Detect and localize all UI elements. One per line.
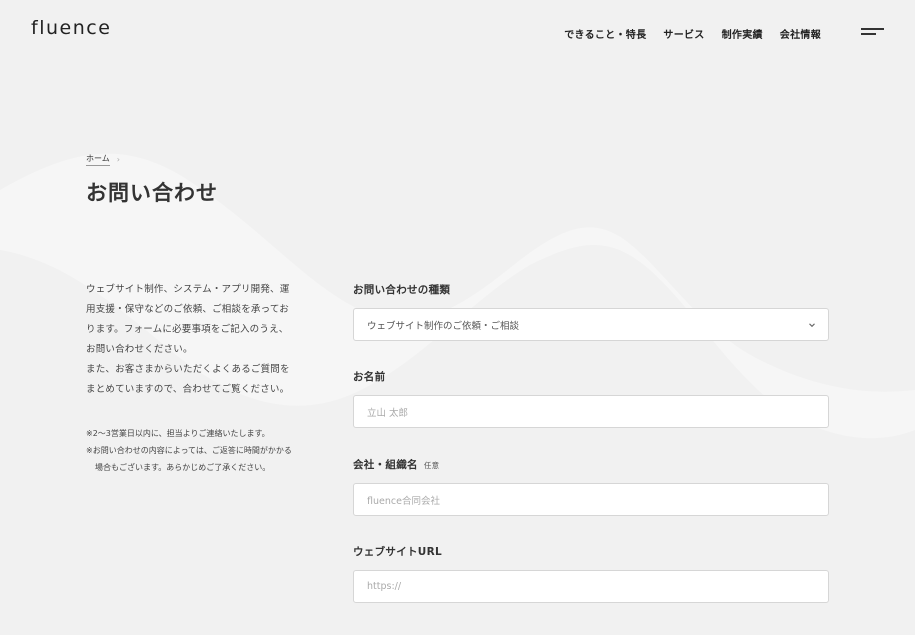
- name-label: お名前: [353, 371, 386, 383]
- company-label: 会社・組織名 任意: [353, 457, 439, 472]
- intro-line: まとめていますので、合わせてご覧ください。: [86, 384, 290, 395]
- intro-notes: ※2〜3営業日以内に、担当よりご連絡いたします。 ※お問い合わせの内容によっては…: [86, 425, 292, 476]
- nav-works[interactable]: 制作実績: [722, 26, 763, 41]
- website-input[interactable]: https://: [353, 570, 829, 603]
- intro-line: 用支援・保守などのご依頼、ご相談を承ってお: [86, 304, 289, 315]
- nav-services[interactable]: サービス: [663, 26, 704, 41]
- intro-line: ります。フォームに必要事項をご記入のうえ、: [86, 324, 289, 335]
- company-label-text: 会社・組織名: [353, 459, 418, 471]
- chevron-down-icon: [809, 323, 815, 328]
- inquiry-type-select[interactable]: ウェブサイト制作のご依頼・ご相談: [353, 308, 829, 341]
- nav-features[interactable]: できること・特長: [564, 26, 646, 41]
- note-item: ※お問い合わせの内容によっては、ご返答に時間がかかる場合もございます。あらかじめ…: [86, 446, 292, 472]
- company-input[interactable]: fluence合同会社: [353, 483, 829, 516]
- site-logo[interactable]: fluence: [31, 17, 111, 39]
- company-placeholder: fluence合同会社: [367, 495, 440, 507]
- note-item: ※2〜3営業日以内に、担当よりご連絡いたします。: [86, 429, 270, 438]
- optional-badge: 任意: [423, 461, 440, 470]
- intro-text: ウェブサイト制作、システム・アプリ開発、運 用支援・保守などのご依頼、ご相談を承…: [86, 280, 292, 400]
- nav-company[interactable]: 会社情報: [780, 26, 821, 41]
- hamburger-menu-icon[interactable]: [861, 26, 885, 38]
- intro-line: ウェブサイト制作、システム・アプリ開発、運: [86, 284, 290, 295]
- site-header: fluence できること・特長 サービス 制作実績 会社情報: [0, 0, 915, 64]
- chevron-right-icon: ›: [116, 155, 120, 164]
- intro-line: お問い合わせください。: [86, 344, 193, 355]
- page-title: お問い合わせ: [86, 181, 218, 205]
- main-nav: できること・特長 サービス 制作実績 会社情報: [564, 26, 821, 41]
- website-placeholder: https://: [367, 581, 402, 592]
- inquiry-type-label: お問い合わせの種類: [353, 284, 451, 296]
- website-label: ウェブサイトURL: [353, 546, 443, 558]
- name-input[interactable]: 立山 太郎: [353, 395, 829, 428]
- breadcrumb: ホーム ›: [86, 153, 120, 166]
- breadcrumb-home[interactable]: ホーム: [86, 153, 110, 166]
- inquiry-type-value: ウェブサイト制作のご依頼・ご相談: [367, 320, 520, 332]
- page-content: ホーム › お問い合わせ ウェブサイト制作、システム・アプリ開発、運 用支援・保…: [0, 0, 915, 635]
- name-placeholder: 立山 太郎: [367, 407, 409, 419]
- intro-line: また、お客さまからいただくよくあるご質問を: [86, 364, 290, 375]
